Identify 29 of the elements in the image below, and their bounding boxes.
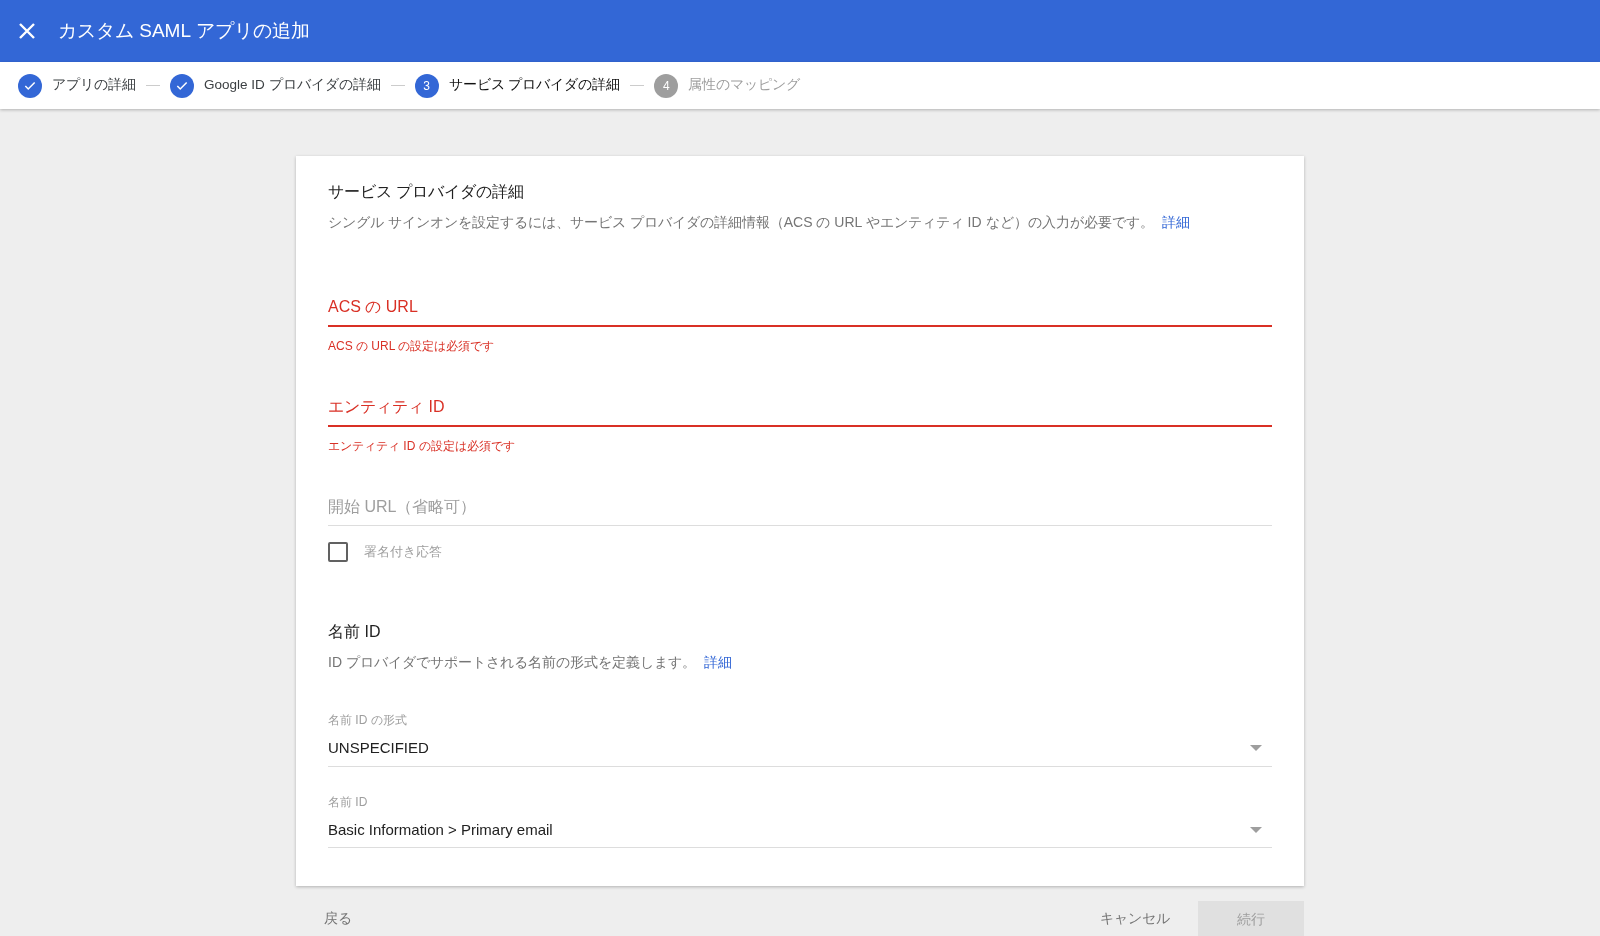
step-number: 3 — [414, 73, 439, 98]
text-field[interactable]: ACS の URL — [328, 291, 1272, 327]
page-title: カスタム SAML アプリの追加 — [58, 18, 310, 43]
dropdown-value: UNSPECIFIED — [328, 738, 429, 758]
checkbox-label: 署名付き応答 — [364, 543, 442, 561]
dropdown-arrow-icon — [1250, 826, 1262, 833]
field-label: 名前 ID — [328, 793, 369, 811]
error-message: エンティティ ID の設定は必須です — [328, 438, 516, 455]
dropdown-value: Basic Information > Primary email — [328, 819, 553, 840]
field-label: 名前 ID の形式 — [328, 712, 408, 729]
checkbox[interactable] — [328, 542, 348, 562]
section-description: シングル サインオンを設定するには、サービス プロバイダの詳細情報（ACS の URL やエンティティ ID など）の入力が必要です。 詳細 — [328, 213, 1191, 232]
text-field[interactable]: エンティティ ID — [328, 391, 1272, 427]
back-button[interactable]: 戻る — [296, 900, 380, 936]
section-title: サービス プロバイダの詳細 — [328, 182, 526, 202]
step-label[interactable]: Google ID プロバイダの詳細 — [204, 75, 381, 96]
close-button[interactable] — [18, 22, 36, 40]
step-label[interactable]: サービス プロバイダの詳細 — [448, 75, 621, 96]
dropdown-arrow-icon — [1250, 745, 1262, 752]
details-link[interactable]: 詳細 — [1161, 214, 1190, 230]
cancel-button[interactable]: キャンセル — [1072, 900, 1198, 936]
error-message: ACS の URL の設定は必須です — [328, 338, 496, 355]
step-label[interactable]: アプリの詳細 — [52, 75, 136, 96]
section-title: 名前 ID — [328, 622, 382, 642]
details-link[interactable]: 詳細 — [703, 654, 732, 670]
section-description: ID プロバイダでサポートされる名前の形式を定義します。 詳細 — [328, 653, 733, 672]
dropdown-field[interactable]: UNSPECIFIED — [328, 733, 1272, 767]
dropdown-field[interactable]: Basic Information > Primary email — [328, 814, 1272, 848]
step-number: 4 — [654, 73, 679, 98]
